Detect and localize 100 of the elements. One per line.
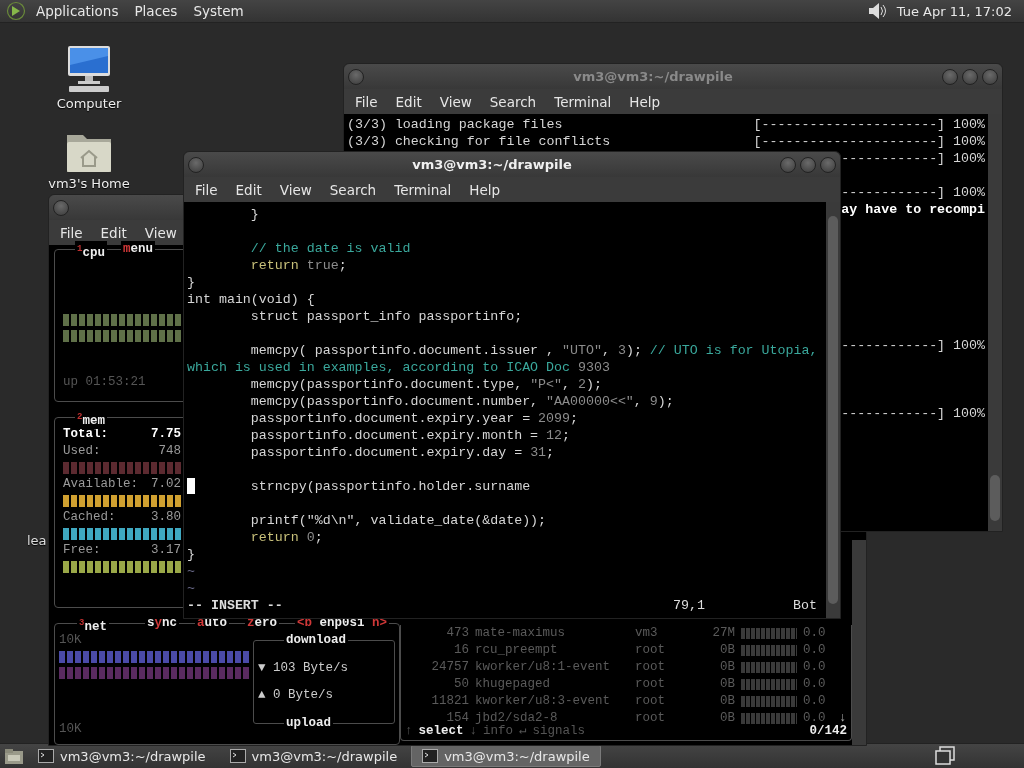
menu-item[interactable]: Terminal: [391, 181, 455, 198]
footer-label[interactable]: select: [418, 723, 464, 740]
process-memory: 0B: [719, 693, 735, 710]
memory-label: Used:: [63, 442, 101, 460]
menu-item[interactable]: View: [141, 224, 180, 241]
footer-label: ↑: [405, 723, 413, 740]
footer-label[interactable]: 0/142: [809, 723, 847, 740]
menu-item[interactable]: Terminal: [551, 93, 615, 110]
process-cpu: 0.0: [803, 642, 827, 659]
taskbar-button[interactable]: vm3@vm3:~/drawpile: [219, 745, 408, 767]
code-line: }: [187, 546, 195, 563]
taskbar-button[interactable]: vm3@vm3:~/drawpile: [411, 745, 601, 767]
menu-item[interactable]: View: [436, 93, 475, 110]
memory-label: Available:: [63, 475, 138, 493]
menu-item[interactable]: Edit: [232, 181, 265, 198]
menu-item[interactable]: Search: [326, 181, 380, 198]
process-memory: 0B: [719, 659, 735, 676]
show-desktop-icon[interactable]: [4, 747, 24, 765]
footer-label: ↵: [519, 724, 527, 740]
process-user: root: [635, 693, 666, 710]
code-line: ~: [187, 563, 195, 580]
window-button[interactable]: [53, 199, 69, 216]
process-memory: 0B: [719, 710, 735, 727]
uptime-text: up 01:53:21: [63, 373, 146, 391]
code-line: memcpy(passportinfo.document.number, "AA00000<<", 9);: [249, 393, 674, 410]
window-button[interactable]: [800, 156, 816, 173]
code-line: }: [249, 206, 259, 223]
terminal-line: ay have to recompi: [841, 201, 985, 218]
clock[interactable]: Tue Apr 11, 17:02: [890, 3, 1018, 19]
menu-item[interactable]: Help: [626, 93, 664, 110]
progress-bar-text: ------------] 100%: [841, 150, 985, 167]
workspace-icon[interactable]: [934, 746, 956, 766]
process-cpu: 0.0: [803, 659, 827, 676]
process-pid: 11821: [430, 693, 469, 710]
process-pid: 473: [445, 625, 469, 642]
memory-value: 7.75: [151, 425, 181, 443]
panel-menu[interactable]: System: [187, 3, 250, 19]
process-cpu: 0.0: [803, 710, 827, 725]
code-line: }: [187, 274, 195, 291]
code-line: strncpy(passportinfo.holder.surname: [249, 478, 531, 495]
process-cpu: 0.0: [803, 693, 827, 710]
mode-indicator: -- INSERT --: [187, 597, 283, 614]
code-line: ~: [187, 580, 195, 597]
window-button[interactable]: [780, 156, 796, 173]
menu-item[interactable]: Help: [466, 181, 504, 198]
code-line: passportinfo.document.expiry.month = 12;: [249, 427, 571, 444]
process-pid: 16: [453, 642, 469, 659]
menu-item[interactable]: Edit: [97, 224, 130, 241]
window-button[interactable]: [188, 156, 204, 173]
memory-value: 7.02: [151, 475, 181, 493]
menu-item[interactable]: Edit: [392, 93, 425, 110]
process-graph: [741, 679, 797, 690]
memory-value: 3.80: [151, 508, 181, 526]
process-user: root: [635, 710, 666, 727]
window-button[interactable]: [962, 68, 978, 85]
menu-item[interactable]: File: [352, 93, 381, 110]
panel-menu[interactable]: Applications: [30, 3, 125, 19]
process-graph: [741, 645, 797, 656]
code-line: printf("%d\n", validate_date(&date));: [249, 512, 547, 529]
code-line: return true;: [249, 257, 347, 274]
menu-item[interactable]: File: [192, 181, 221, 198]
menu-item[interactable]: View: [276, 181, 315, 198]
process-user: vm3: [635, 625, 659, 642]
progress-bar-text: [----------------------] 100%: [753, 133, 985, 150]
code-line: return 0;: [249, 529, 323, 546]
process-memory: 0B: [719, 676, 735, 693]
icon-label: lea: [27, 533, 47, 548]
scale-label: 10K: [59, 721, 83, 738]
code-line: passportinfo.document.expiry.year = 2099;: [249, 410, 578, 427]
process-cpu: 0.0: [803, 676, 827, 693]
window-button[interactable]: [942, 68, 958, 85]
box-title: $^{1}$cpu: [75, 241, 107, 262]
process-memory: 0B: [719, 642, 735, 659]
traffic-rate: ▲ 0 Byte/s: [258, 687, 335, 705]
terminal-line: (3/3) checking for file conflicts: [347, 133, 611, 150]
process-user: root: [635, 676, 666, 693]
taskbar-button[interactable]: vm3@vm3:~/drawpile: [28, 745, 216, 767]
panel-menu[interactable]: Places: [128, 3, 184, 19]
terminal-icon: [422, 749, 439, 763]
logo-icon[interactable]: [6, 1, 26, 21]
window-button[interactable]: [820, 156, 836, 173]
window-button[interactable]: [348, 68, 364, 85]
process-memory: 27M: [711, 625, 735, 642]
traffic-rate: ▼ 103 Byte/s: [258, 659, 350, 677]
icon-label: vm3's Home: [48, 176, 130, 191]
process-user: root: [635, 659, 666, 676]
process-pid: 50: [453, 676, 469, 693]
code-line: passportinfo.document.expiry.day = 31;: [249, 444, 555, 461]
scrollbar[interactable]: [826, 202, 840, 618]
menu-item[interactable]: Search: [486, 93, 540, 110]
window-button[interactable]: [982, 68, 998, 85]
progress-bar-text: ------------] 100%: [841, 337, 985, 354]
scrollbar[interactable]: [988, 114, 1002, 531]
menu-item[interactable]: File: [57, 224, 86, 241]
code-line: memcpy( passportinfo.document.issuer , "UTO", 3); // UTO is for Utopia,: [249, 342, 818, 359]
scroll-position: Bot: [793, 597, 817, 614]
process-graph: [741, 628, 797, 639]
scrollbar[interactable]: [852, 540, 866, 745]
memory-label: Cached:: [63, 508, 116, 526]
speaker-icon[interactable]: [866, 1, 887, 21]
